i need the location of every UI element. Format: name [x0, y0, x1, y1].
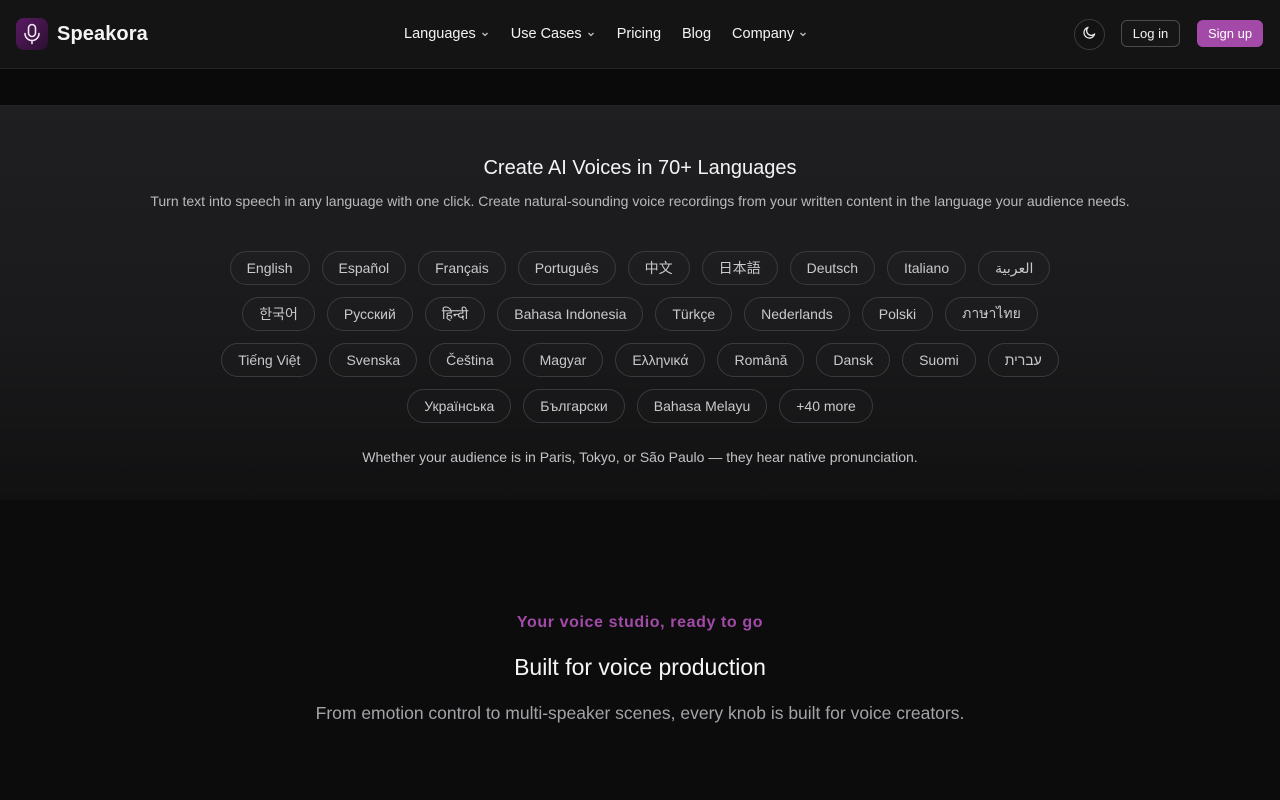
chevron-down-icon	[586, 29, 596, 39]
language-pill[interactable]: Български	[523, 389, 625, 423]
moon-icon	[1082, 25, 1097, 45]
language-pill[interactable]: Suomi	[902, 343, 976, 377]
nav-company[interactable]: Company	[732, 26, 808, 42]
signup-button[interactable]: Sign up	[1197, 20, 1263, 47]
language-row-2: 한국어 Русский हिन्दी Bahasa Indonesia Türk…	[0, 297, 1280, 331]
main-nav: Languages Use Cases Pricing Blog Company	[404, 0, 808, 68]
nav-label: Languages	[404, 26, 476, 42]
language-pill[interactable]: Português	[517, 251, 616, 285]
languages-subtitle: Turn text into speech in any language wi…	[150, 193, 1130, 209]
language-pill[interactable]: 中文	[627, 251, 690, 285]
language-pill[interactable]: العربية	[978, 251, 1051, 285]
brand-name: Speakora	[57, 22, 148, 45]
language-pill[interactable]: 한국어	[242, 297, 315, 331]
language-pill[interactable]: Tiếng Việt	[221, 343, 318, 377]
language-row-4: Українська Български Bahasa Melayu +40 m…	[0, 389, 1280, 423]
language-pill[interactable]: Français	[418, 251, 506, 285]
site-header: Speakora Languages Use Cases Pricing Blo…	[0, 0, 1280, 69]
production-eyebrow: Your voice studio, ready to go	[516, 614, 764, 631]
language-pill[interactable]: Русский	[326, 297, 413, 331]
language-row-1: English Español Français Português 中文 日本…	[0, 251, 1280, 285]
chevron-down-icon	[480, 29, 490, 39]
language-pill[interactable]: हिन्दी	[424, 297, 486, 331]
nav-blog[interactable]: Blog	[682, 26, 711, 42]
language-pill[interactable]: Deutsch	[789, 251, 875, 285]
language-pill[interactable]: English	[229, 251, 310, 285]
nav-label: Use Cases	[510, 26, 582, 42]
nav-label: Company	[732, 26, 795, 42]
language-pill[interactable]: Polski	[861, 297, 934, 331]
language-pill[interactable]: Čeština	[429, 343, 511, 377]
language-pill[interactable]: Español	[321, 251, 407, 285]
languages-note: Whether your audience is in Paris, Tokyo…	[362, 449, 918, 465]
nav-languages[interactable]: Languages	[404, 26, 490, 42]
language-pill[interactable]: ภาษาไทย	[945, 297, 1038, 331]
language-pill[interactable]: Italiano	[886, 251, 967, 285]
nav-label: Pricing	[616, 26, 662, 42]
language-pill[interactable]: Nederlands	[744, 297, 850, 331]
nav-pricing[interactable]: Pricing	[617, 26, 661, 42]
nav-use-cases[interactable]: Use Cases	[511, 26, 596, 42]
production-title: Built for voice production	[514, 654, 766, 680]
language-pill[interactable]: Українська	[407, 389, 512, 423]
language-pill[interactable]: Türkçe	[655, 297, 733, 331]
language-pill[interactable]: Magyar	[522, 343, 604, 377]
languages-title: Create AI Voices in 70+ Languages	[483, 157, 797, 179]
language-pill[interactable]: Dansk	[816, 343, 891, 377]
language-pill[interactable]: עברית	[987, 343, 1059, 377]
nav-label: Blog	[682, 26, 712, 42]
theme-toggle-button[interactable]	[1074, 19, 1105, 50]
language-pill[interactable]: Svenska	[329, 343, 418, 377]
header-strip	[0, 69, 1280, 106]
language-pill[interactable]: Bahasa Indonesia	[497, 297, 644, 331]
language-pill[interactable]: Română	[717, 343, 805, 377]
language-row-3: Tiếng Việt Svenska Čeština Magyar Ελληνι…	[0, 343, 1280, 377]
production-subtitle: From emotion control to multi-speaker sc…	[315, 703, 965, 723]
brand[interactable]: Speakora	[16, 18, 148, 50]
login-button[interactable]: Log in	[1121, 20, 1180, 47]
microphone-icon	[16, 18, 48, 50]
language-pill[interactable]: 日本語	[701, 251, 778, 285]
language-pill[interactable]: Bahasa Melayu	[636, 389, 768, 423]
chevron-down-icon	[798, 29, 808, 39]
language-pill[interactable]: Ελληνικά	[615, 343, 706, 377]
more-languages-pill[interactable]: +40 more	[779, 389, 873, 423]
